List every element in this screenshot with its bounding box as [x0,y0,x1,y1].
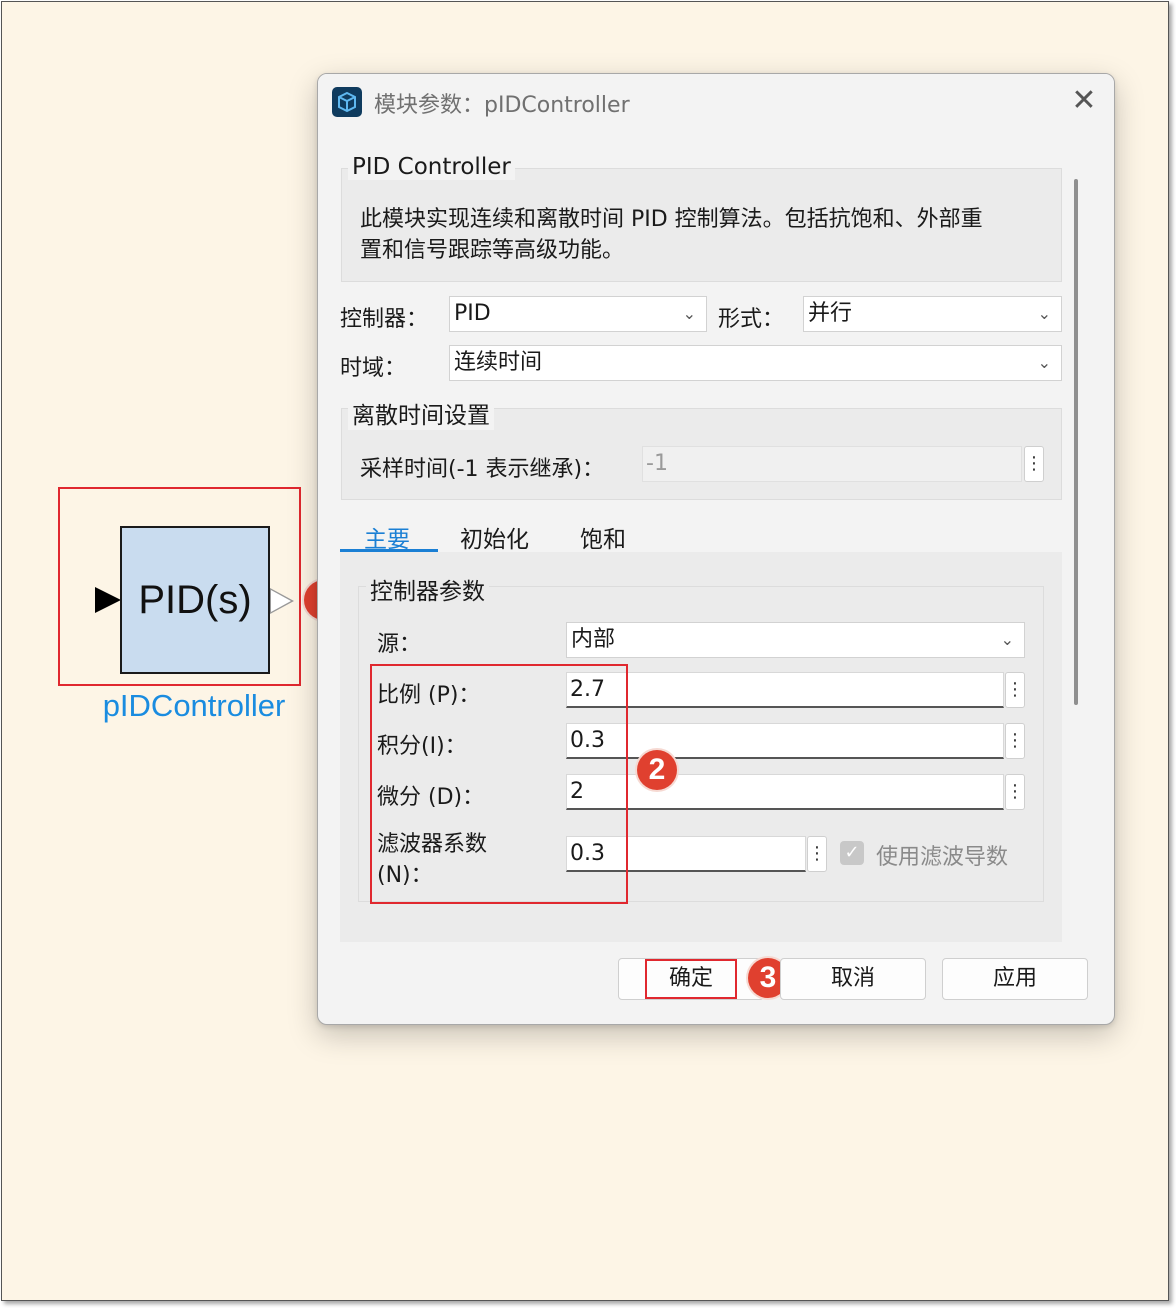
sample-time-more-button: ⋮ [1024,446,1044,482]
integral-more-button[interactable]: ⋮ [1005,723,1025,759]
close-button[interactable]: ✕ [1066,84,1102,120]
close-icon: ✕ [1071,83,1097,118]
controller-params-title: 控制器参数 [366,572,489,606]
proportional-more-button[interactable]: ⋮ [1005,672,1025,708]
source-select-value: 内部 [571,627,616,652]
chevron-down-icon: ⌄ [1000,630,1014,649]
dialog-titlebar[interactable]: 模块参数：pIDController ✕ [318,74,1114,130]
filter-coefficient-more-button[interactable]: ⋮ [807,836,827,872]
chevron-down-icon: ⌄ [1037,353,1051,372]
pid-block[interactable]: PID(s) [120,526,270,674]
time-domain-select-value: 连续时间 [454,350,543,375]
description-text-line1: 此模块实现连续和离散时间 PID 控制算法。包括抗饱和、外部重 [360,207,983,232]
input-port-icon [95,587,121,613]
integral-input[interactable]: 0.3 [566,723,1004,759]
form-label: 形式： [718,307,785,332]
params-highlight-box [370,664,628,904]
proportional-input[interactable]: 2.7 [566,672,1004,708]
dialog-title: 模块参数：pIDController [374,93,630,118]
cancel-button[interactable]: 取消 [780,958,926,1000]
block-name-label[interactable]: pIDController [58,688,330,724]
tab-saturation[interactable]: 饱和 [580,520,626,554]
apply-button[interactable]: 应用 [942,958,1088,1000]
use-filter-label: 使用滤波导数 [876,845,1009,870]
time-domain-label: 时域： [340,356,407,381]
sample-time-input: -1 [642,446,1022,482]
chevron-down-icon: ⌄ [682,304,696,323]
description-group-title: PID Controller [348,154,515,180]
block-parameters-dialog: 模块参数：pIDController ✕ PID Controller 此模块实… [317,73,1115,1025]
source-select[interactable]: 内部 ⌄ [566,622,1025,658]
output-port-fill [271,590,291,612]
form-select[interactable]: 并行 ⌄ [803,296,1062,332]
description-text-line2: 置和信号跟踪等高级功能。 [360,238,625,263]
pid-block-text: PID(s) [138,577,252,622]
sample-time-label: 采样时间(-1 表示继承)： [360,457,605,482]
use-filter-checkbox[interactable]: ✓ [840,841,864,865]
step-badge-2: 2 [637,750,677,790]
controller-select-value: PID [454,301,491,326]
vertical-scrollbar[interactable] [1074,179,1078,705]
discrete-settings-title: 离散时间设置 [348,396,494,430]
time-domain-select[interactable]: 连续时间 ⌄ [449,345,1062,381]
app-cube-icon [332,87,362,117]
derivative-more-button[interactable]: ⋮ [1005,774,1025,810]
chevron-down-icon: ⌄ [1037,304,1051,323]
form-select-value: 并行 [808,301,853,326]
source-label: 源： [377,632,422,657]
derivative-input[interactable]: 2 [566,774,1004,810]
checkmark-icon: ✓ [844,842,860,863]
tab-initialization[interactable]: 初始化 [460,520,529,554]
controller-select[interactable]: PID ⌄ [449,296,707,332]
controller-label: 控制器： [340,307,429,332]
ok-highlight-box [645,959,737,999]
